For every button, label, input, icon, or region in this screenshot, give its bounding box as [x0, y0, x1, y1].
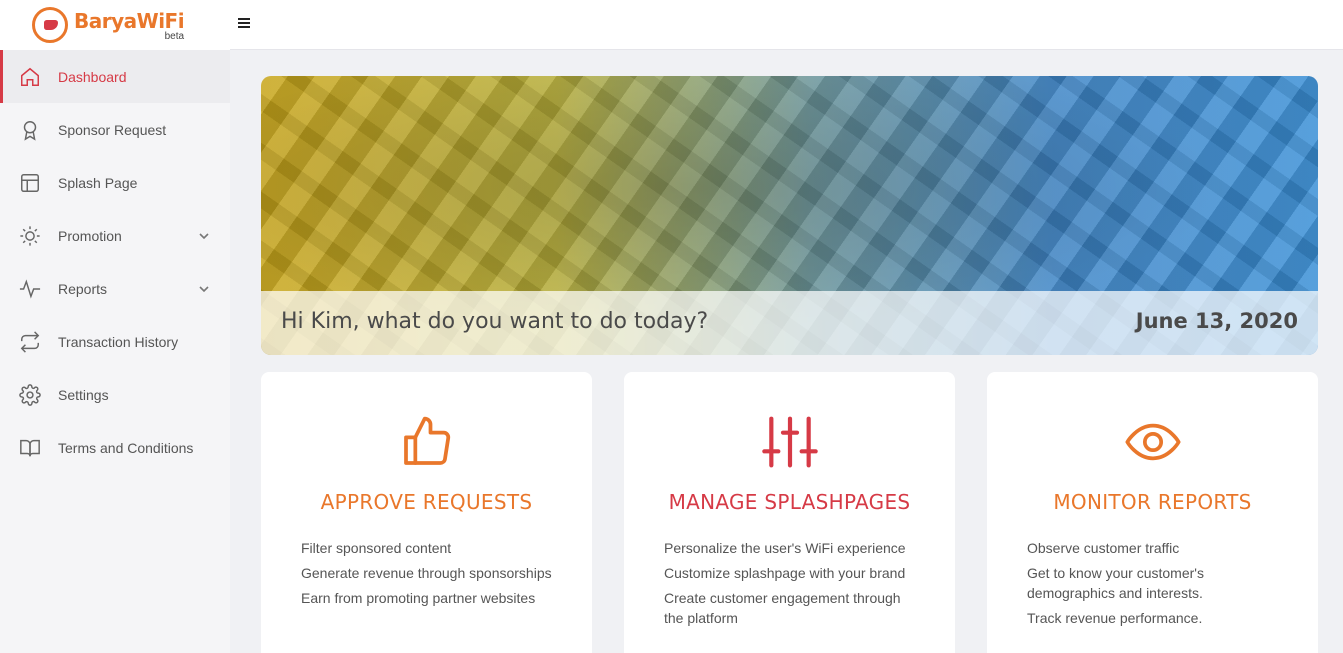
card-feature-list: Personalize the user's WiFi experience C… — [664, 538, 915, 633]
sidebar-nav: Dashboard Sponsor Request Splash Page Pr… — [0, 50, 230, 474]
activity-icon — [18, 277, 42, 301]
welcome-banner: Hi Kim, what do you want to do today? Ju… — [261, 76, 1318, 355]
brand-logo[interactable]: BaryaWiFi beta — [0, 0, 230, 50]
card-title: APPROVE REQUESTS — [320, 490, 533, 514]
wifi-logo-icon — [32, 7, 68, 43]
hamburger-icon[interactable] — [238, 18, 250, 30]
sidebar-item-label: Reports — [58, 280, 108, 297]
list-item: Filter sponsored content — [301, 540, 452, 556]
gear-icon — [18, 383, 42, 407]
top-bar — [230, 0, 1343, 50]
eye-icon — [1123, 414, 1183, 470]
monitor-reports-card[interactable]: MONITOR REPORTS Observe customer traffic… — [987, 372, 1318, 653]
manage-splashpages-card[interactable]: MANAGE SPLASHPAGES Personalize the user'… — [624, 372, 955, 653]
card-feature-list: Observe customer traffic Get to know you… — [1027, 538, 1278, 633]
sidebar-item-transaction-history[interactable]: Transaction History — [0, 315, 230, 368]
sidebar-item-dashboard[interactable]: Dashboard — [0, 50, 230, 103]
sidebar-item-label: Transaction History — [58, 333, 179, 350]
sidebar: BaryaWiFi beta Dashboard Sponsor Request… — [0, 0, 230, 653]
sidebar-item-splash-page[interactable]: Splash Page — [0, 156, 230, 209]
logo-badge: beta — [164, 31, 185, 42]
sidebar-item-label: Sponsor Request — [58, 121, 167, 138]
sidebar-item-sponsor-request[interactable]: Sponsor Request — [0, 103, 230, 156]
logo-name: BaryaWiFi — [74, 9, 185, 33]
sidebar-item-terms[interactable]: Terms and Conditions — [0, 421, 230, 474]
greeting-text: Hi Kim, what do you want to do today? — [281, 309, 709, 334]
chevron-down-icon — [198, 282, 210, 294]
card-title: MANAGE SPLASHPAGES — [668, 490, 911, 514]
thumbs-up-icon — [397, 414, 457, 470]
chevron-down-icon — [198, 229, 210, 241]
list-item: Generate revenue through sponsorships — [301, 565, 552, 581]
sidebar-item-promotion[interactable]: Promotion — [0, 209, 230, 262]
sidebar-item-label: Terms and Conditions — [58, 439, 194, 456]
book-icon — [18, 436, 42, 460]
sidebar-item-label: Settings — [58, 386, 109, 403]
list-item: Create customer engagement through the p… — [664, 590, 901, 626]
list-item: Observe customer traffic — [1027, 540, 1180, 556]
list-item: Customize splashpage with your brand — [664, 565, 906, 581]
card-title: MONITOR REPORTS — [1053, 490, 1252, 514]
sidebar-item-reports[interactable]: Reports — [0, 262, 230, 315]
list-item: Track revenue performance. — [1027, 610, 1203, 626]
repeat-icon — [18, 330, 42, 354]
list-item: Personalize the user's WiFi experience — [664, 540, 906, 556]
sidebar-item-label: Dashboard — [58, 68, 127, 85]
award-icon — [18, 118, 42, 142]
card-feature-list: Filter sponsored content Generate revenu… — [301, 538, 552, 613]
layout-icon — [18, 171, 42, 195]
sun-icon — [18, 224, 42, 248]
sidebar-item-label: Splash Page — [58, 174, 138, 191]
list-item: Earn from promoting partner websites — [301, 590, 536, 606]
sidebar-item-label: Promotion — [58, 227, 122, 244]
sliders-icon — [760, 414, 820, 470]
current-date: June 13, 2020 — [1135, 309, 1298, 333]
sidebar-item-settings[interactable]: Settings — [0, 368, 230, 421]
list-item: Get to know your customer's demographics… — [1027, 565, 1204, 601]
approve-requests-card[interactable]: APPROVE REQUESTS Filter sponsored conten… — [261, 372, 592, 653]
home-icon — [18, 65, 42, 89]
